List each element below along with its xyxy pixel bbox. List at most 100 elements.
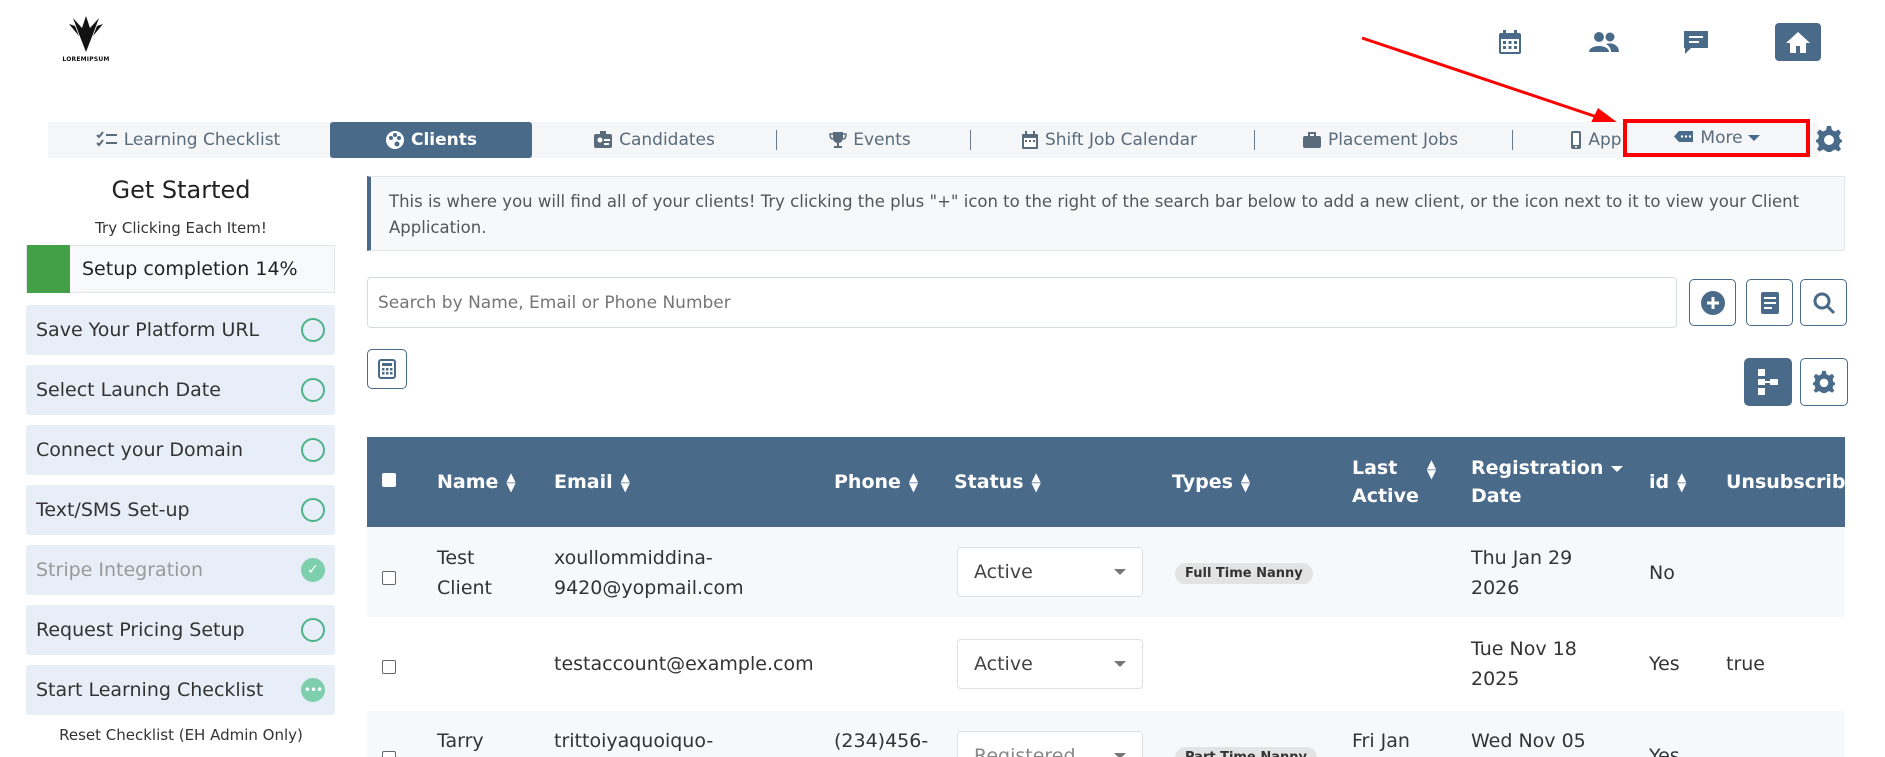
tab-shift-job-calendar[interactable]: Shift Job Calendar	[974, 122, 1244, 158]
checklist-item-pricing[interactable]: Request Pricing Setup	[26, 605, 335, 655]
column-layout-button[interactable]	[1744, 358, 1792, 406]
tab-clients[interactable]: Clients	[330, 122, 532, 158]
calendar-icon	[1021, 130, 1038, 149]
search-icon	[1813, 292, 1835, 314]
column-header-id[interactable]: id ▲ ▼	[1649, 437, 1686, 527]
cell-id: Yes	[1649, 745, 1680, 757]
gear-icon	[1812, 370, 1836, 394]
cell-name: Test Client	[437, 543, 492, 603]
cell-registration-date: Thu Jan 29 2026	[1471, 543, 1572, 603]
tab-events[interactable]: Events	[780, 122, 960, 158]
type-tag: Full Time Nanny	[1175, 563, 1313, 584]
cell-text: Test	[437, 547, 475, 569]
status-select[interactable]: Registered	[957, 731, 1143, 757]
brand-logo[interactable]: LOREMIPSUM	[62, 14, 110, 68]
home-icon	[1786, 32, 1810, 53]
column-header-name[interactable]: Name ▲ ▼	[437, 437, 516, 527]
tab-label: Learning Checklist	[123, 130, 281, 150]
search-button[interactable]	[1800, 279, 1847, 326]
table-settings-button[interactable]	[1800, 358, 1848, 406]
column-header-registration-date[interactable]: Registration Date	[1471, 437, 1624, 527]
row-checkbox[interactable]	[382, 660, 396, 674]
main-nav: Learning Checklist Clients Candidates Ev…	[48, 122, 1818, 158]
chevron-down-icon	[1747, 135, 1760, 141]
export-button[interactable]	[367, 349, 407, 389]
cell-email: xoullommiddina- 9420@yopmail.com	[554, 543, 744, 603]
table-row[interactable]: Tarry trittoiyaquoiquo- (234)456- Regist…	[367, 711, 1845, 757]
checklist-item-platform-url[interactable]: Save Your Platform URL	[26, 305, 335, 355]
tab-label: Events	[853, 130, 911, 150]
checklist-item-sms-setup[interactable]: Text/SMS Set-up	[26, 485, 335, 535]
sidebar-title: Get Started	[111, 176, 251, 204]
status-select[interactable]: Active	[957, 547, 1143, 597]
select-all-checkbox[interactable]	[382, 473, 396, 487]
phone-icon	[1571, 131, 1582, 149]
sort-icon: ▲ ▼	[908, 470, 919, 494]
sitemap-icon	[1758, 369, 1778, 395]
nav-divider	[1512, 130, 1513, 150]
sidebar-subtitle: Try Clicking Each Item!	[95, 219, 267, 237]
column-header-phone[interactable]: Phone ▲ ▼	[834, 437, 918, 527]
ticket-icon	[1674, 131, 1694, 142]
logo-text: LOREMIPSUM	[62, 56, 110, 63]
cell-text: Thu Jan 29	[1471, 547, 1573, 569]
tab-placement-jobs[interactable]: Placement Jobs	[1258, 122, 1502, 158]
sort-icon: ▲ ▼	[620, 470, 630, 494]
checklist-item-label: Start Learning Checklist	[36, 679, 264, 701]
checklist-item-label: Request Pricing Setup	[36, 619, 245, 641]
status-value: Active	[974, 561, 1033, 583]
ellipsis-circle-icon: •••	[301, 678, 325, 702]
settings-gear-button[interactable]	[1815, 125, 1843, 157]
cell-text: 2025	[1471, 668, 1520, 690]
check-circle-icon: ✓	[301, 558, 325, 582]
checklist-item-stripe[interactable]: Stripe Integration ✓	[26, 545, 335, 595]
column-header-types[interactable]: Types ▲ ▼	[1172, 437, 1250, 527]
gear-icon	[1816, 126, 1842, 152]
info-message: This is where you will find all of your …	[367, 176, 1845, 251]
add-client-button[interactable]	[1689, 279, 1736, 326]
column-header-email[interactable]: Email ▲ ▼	[554, 437, 630, 527]
column-header-last-active[interactable]: Last Active ▲ ▼	[1352, 437, 1436, 527]
home-button[interactable]	[1775, 23, 1821, 61]
tab-candidates[interactable]: Candidates	[538, 122, 770, 158]
sort-desc-icon	[1611, 466, 1624, 472]
table-row[interactable]: Test Client xoullommiddina- 9420@yopmail.c…	[367, 527, 1845, 617]
search-input[interactable]	[367, 277, 1677, 328]
table-row[interactable]: testaccount@example.com Active Tue Nov 1…	[367, 619, 1845, 709]
cell-last-active: Fri Jan	[1352, 730, 1410, 752]
more-menu-button[interactable]: More	[1623, 119, 1810, 157]
column-label: Email	[554, 471, 613, 493]
calendar-icon[interactable]	[1494, 26, 1526, 58]
row-checkbox[interactable]	[382, 751, 396, 757]
column-header-unsubscribed[interactable]: Unsubscribed	[1726, 437, 1872, 527]
column-label: Name	[437, 471, 499, 493]
logo-mark-icon	[69, 16, 103, 52]
reset-checklist-link[interactable]: Reset Checklist (EH Admin Only)	[26, 726, 336, 744]
tab-label: Placement Jobs	[1327, 130, 1459, 150]
column-label: Last Active	[1352, 454, 1419, 510]
clients-table-header: Name ▲ ▼ Email ▲ ▼ Phone ▲ ▼ Status ▲ ▼ Type…	[367, 437, 1872, 527]
status-value: Registered	[974, 745, 1076, 757]
status-select[interactable]: Active	[957, 639, 1143, 689]
row-checkbox[interactable]	[382, 571, 396, 585]
tab-learning-checklist[interactable]: Learning Checklist	[48, 122, 328, 158]
checklist-item-learning[interactable]: Start Learning Checklist •••	[26, 665, 335, 715]
cell-id: No	[1649, 562, 1675, 584]
checklist-item-label: Connect your Domain	[36, 439, 244, 461]
checklist-item-launch-date[interactable]: Select Launch Date	[26, 365, 335, 415]
cell-unsubscribed: true	[1726, 653, 1765, 675]
column-label-line: Date	[1471, 485, 1522, 507]
client-application-button[interactable]	[1746, 279, 1793, 326]
tab-label: Shift Job Calendar	[1044, 130, 1198, 150]
column-label: Unsubscribed	[1726, 471, 1872, 493]
chat-icon[interactable]	[1680, 26, 1712, 58]
circle-icon	[301, 498, 325, 522]
tab-label: Candidates	[619, 130, 715, 150]
cell-text: Tue Nov 18	[1471, 638, 1577, 660]
column-header-status[interactable]: Status ▲ ▼	[954, 437, 1041, 527]
circle-icon	[301, 438, 325, 462]
document-icon	[1760, 291, 1779, 314]
tab-label: App	[1588, 130, 1622, 150]
checklist-item-domain[interactable]: Connect your Domain	[26, 425, 335, 475]
users-icon[interactable]	[1588, 26, 1620, 58]
